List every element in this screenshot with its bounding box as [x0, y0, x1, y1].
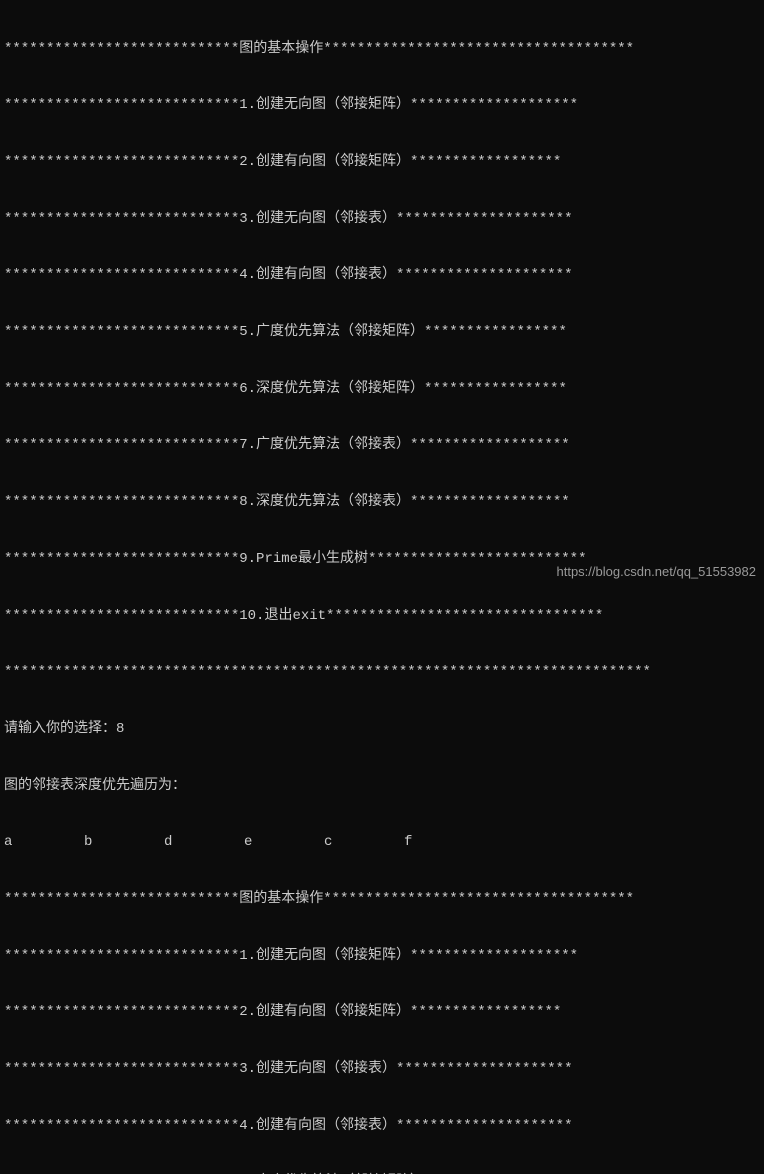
- node-f: f: [404, 833, 484, 852]
- user-input-1: 8: [116, 721, 124, 737]
- menu-item-2: ****************************2.创建有向图（邻接矩阵…: [4, 153, 760, 172]
- node-c: c: [324, 833, 404, 852]
- menu-item-4: ****************************4.创建有向图（邻接表）…: [4, 266, 760, 285]
- menu-title: ****************************图的基本操作******…: [4, 40, 760, 59]
- node-d: d: [164, 833, 244, 852]
- menu-item-8: ****************************8.深度优先算法（邻接表…: [4, 493, 760, 512]
- menu2-item-3: ****************************3.创建无向图（邻接表）…: [4, 1060, 760, 1079]
- menu-title-2: ****************************图的基本操作******…: [4, 890, 760, 909]
- node-e: e: [244, 833, 324, 852]
- terminal-output: ****************************图的基本操作******…: [4, 2, 760, 1174]
- watermark-url: https://blog.csdn.net/qq_51553982: [557, 563, 757, 581]
- menu-separator: ****************************************…: [4, 663, 760, 682]
- menu2-item-5: ****************************5.广度优先算法（邻接矩…: [4, 1173, 760, 1174]
- menu-item-5: ****************************5.广度优先算法（邻接矩…: [4, 323, 760, 342]
- menu-item-1: ****************************1.创建无向图（邻接矩阵…: [4, 96, 760, 115]
- node-b: b: [84, 833, 164, 852]
- menu-item-3: ****************************3.创建无向图（邻接表）…: [4, 210, 760, 229]
- traversal-output: a b d e c f: [4, 833, 760, 852]
- menu-item-6: ****************************6.深度优先算法（邻接矩…: [4, 380, 760, 399]
- menu-item-10: ****************************10.退出exit***…: [4, 607, 760, 626]
- input-prompt-line[interactable]: 请输入你的选择：8: [4, 720, 760, 739]
- node-a: a: [4, 833, 84, 852]
- result-label: 图的邻接表深度优先遍历为：: [4, 777, 760, 796]
- menu2-item-2: ****************************2.创建有向图（邻接矩阵…: [4, 1003, 760, 1022]
- menu2-item-4: ****************************4.创建有向图（邻接表）…: [4, 1117, 760, 1136]
- menu2-item-1: ****************************1.创建无向图（邻接矩阵…: [4, 947, 760, 966]
- prompt-label: 请输入你的选择：: [4, 721, 116, 737]
- menu-item-7: ****************************7.广度优先算法（邻接表…: [4, 436, 760, 455]
